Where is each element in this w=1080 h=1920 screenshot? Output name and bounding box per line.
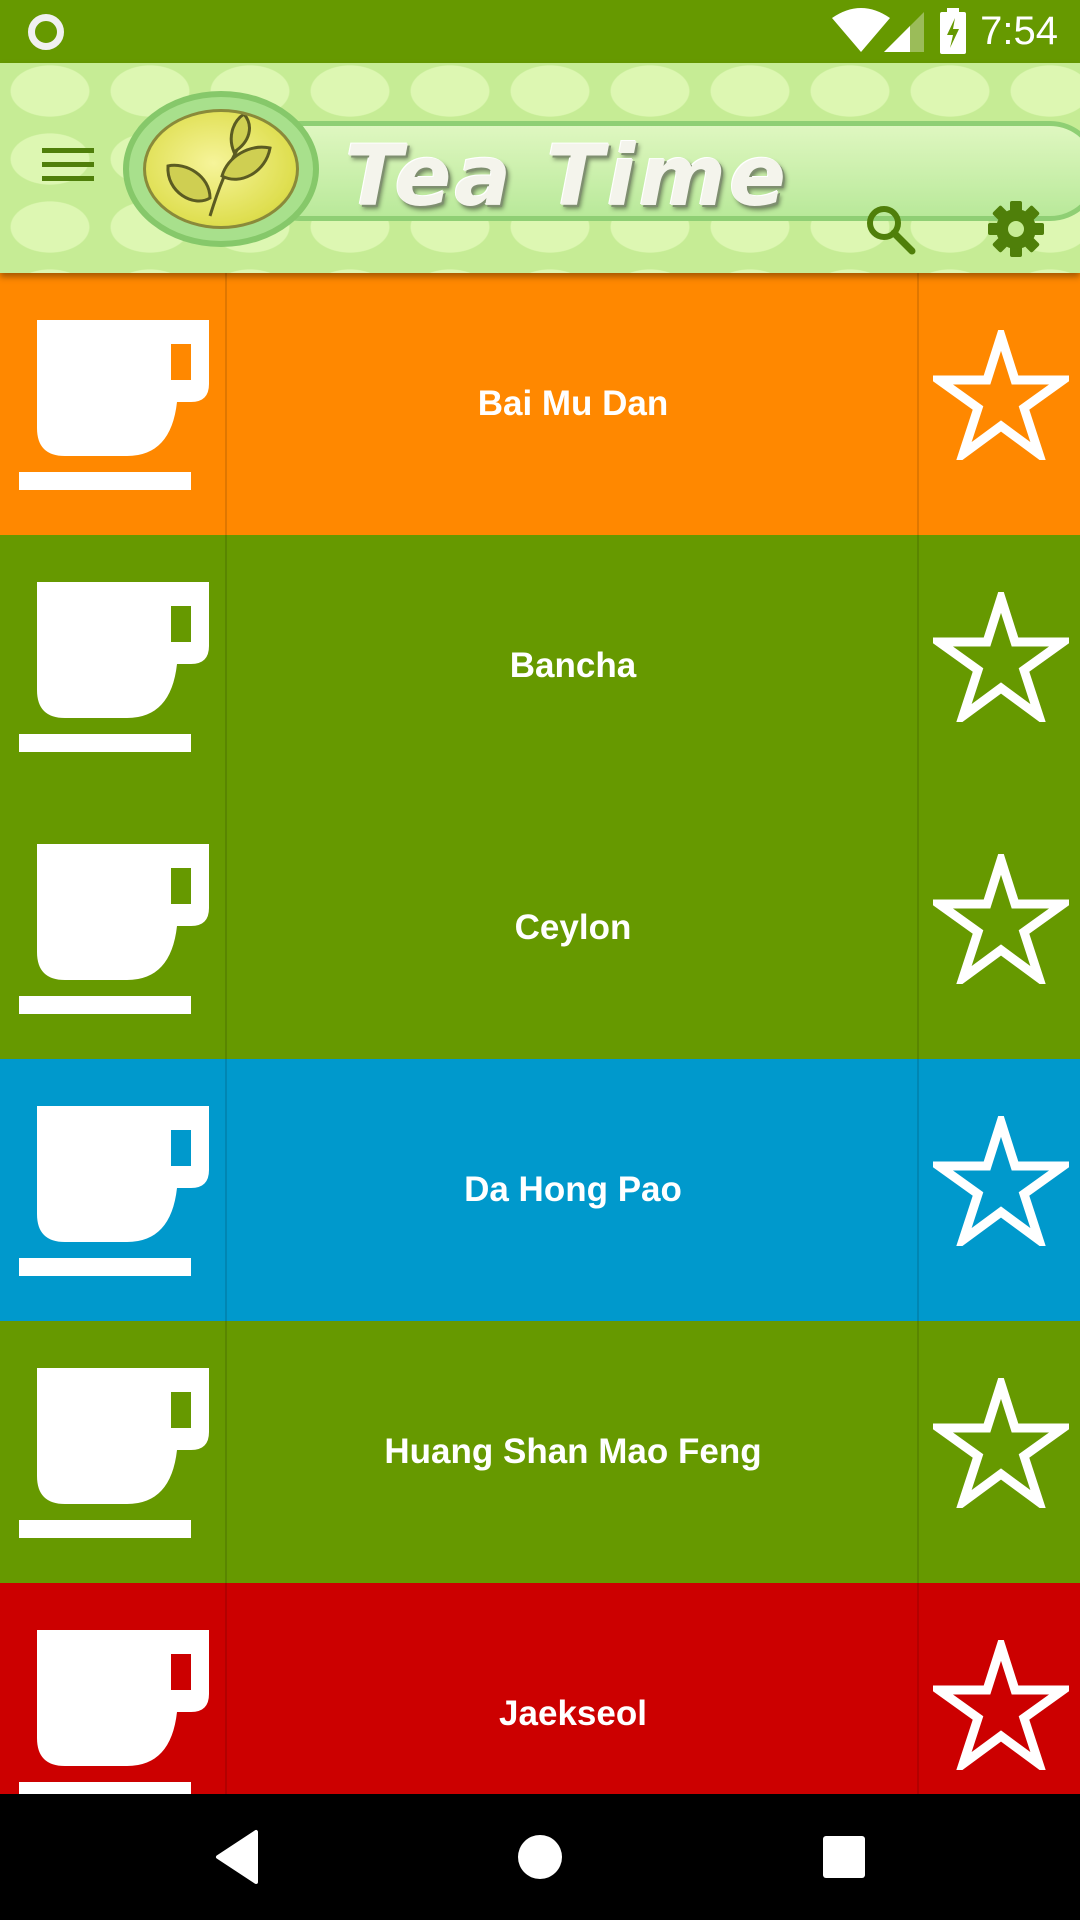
cell-signal-icon xyxy=(884,12,924,52)
tea-row-bai-mu-dan[interactable]: Bai Mu Dan xyxy=(0,273,1080,535)
star-outline-icon xyxy=(933,330,1069,460)
tea-list: Bai Mu Dan Bancha Ceylon Da Hong Pao Hua… xyxy=(0,273,1080,1794)
screen: 7:54 Tea Time Bai Mu Dan Bancha Ceylon D… xyxy=(0,0,1080,1920)
tea-name: Bancha xyxy=(509,646,637,685)
back-icon[interactable] xyxy=(204,1824,270,1890)
tea-cup-icon xyxy=(19,1368,209,1538)
star-outline-icon xyxy=(933,854,1069,984)
cup-cell xyxy=(0,797,227,1059)
tea-leaf-logo xyxy=(123,91,319,247)
favorite-toggle[interactable] xyxy=(917,535,1080,797)
search-icon[interactable] xyxy=(864,203,916,255)
cup-cell xyxy=(0,535,227,797)
clock: 7:54 xyxy=(980,9,1058,53)
menu-icon[interactable] xyxy=(42,148,94,186)
navigation-bar xyxy=(0,1794,1080,1920)
tea-row-da-hong-pao[interactable]: Da Hong Pao xyxy=(0,1059,1080,1321)
star-outline-icon xyxy=(933,1640,1069,1770)
favorite-toggle[interactable] xyxy=(917,1059,1080,1321)
tea-row-bancha[interactable]: Bancha xyxy=(0,535,1080,797)
favorite-toggle[interactable] xyxy=(917,1321,1080,1583)
cup-cell xyxy=(0,1059,227,1321)
favorite-toggle[interactable] xyxy=(917,1583,1080,1794)
tea-cup-icon xyxy=(19,320,209,490)
favorite-toggle[interactable] xyxy=(917,797,1080,1059)
tea-cup-icon xyxy=(19,1630,209,1794)
tea-cup-icon xyxy=(19,1106,209,1276)
tea-name: Bai Mu Dan xyxy=(477,384,669,423)
tea-row-jaekseol[interactable]: Jaekseol xyxy=(0,1583,1080,1794)
star-outline-icon xyxy=(933,592,1069,722)
tea-row-huang-shan-mao-feng[interactable]: Huang Shan Mao Feng xyxy=(0,1321,1080,1583)
cup-cell xyxy=(0,1583,227,1794)
star-outline-icon xyxy=(933,1116,1069,1246)
favorite-toggle[interactable] xyxy=(917,273,1080,535)
status-bar: 7:54 xyxy=(0,0,1080,63)
tea-name: Ceylon xyxy=(514,908,632,947)
cup-cell xyxy=(0,273,227,535)
tea-name: Huang Shan Mao Feng xyxy=(384,1432,762,1471)
app-header: Tea Time xyxy=(0,63,1080,273)
cup-cell xyxy=(0,1321,227,1583)
gear-icon[interactable] xyxy=(988,201,1044,257)
tea-cup-icon xyxy=(19,844,209,1014)
app-title: Tea Time xyxy=(345,127,789,225)
wifi-icon xyxy=(832,8,890,52)
battery-charging-icon xyxy=(940,8,966,54)
notification-ring-icon xyxy=(28,14,64,50)
tea-name: Jaekseol xyxy=(499,1694,647,1733)
tea-row-ceylon[interactable]: Ceylon xyxy=(0,797,1080,1059)
home-icon[interactable] xyxy=(507,1824,573,1890)
tea-name: Da Hong Pao xyxy=(464,1170,682,1209)
recents-icon[interactable] xyxy=(811,1824,877,1890)
star-outline-icon xyxy=(933,1378,1069,1508)
tea-cup-icon xyxy=(19,582,209,752)
